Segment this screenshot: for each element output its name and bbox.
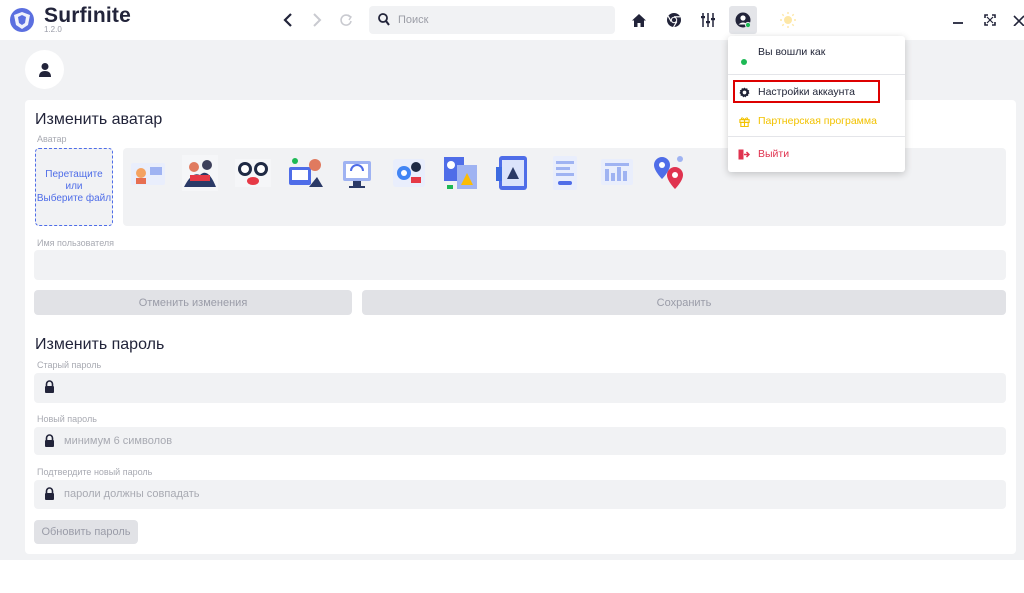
lock-icon <box>45 434 54 447</box>
forward-icon[interactable] <box>307 10 327 30</box>
highlight-box <box>733 80 880 103</box>
back-icon[interactable] <box>278 10 298 30</box>
surfinite-logo-icon <box>6 6 38 34</box>
account-icon[interactable] <box>729 6 757 34</box>
new-password-label: Новый пароль <box>37 414 97 424</box>
account-menu: Вы вошли как Настройки аккаунта Партнерс… <box>728 36 905 172</box>
old-password-label: Старый пароль <box>37 360 102 370</box>
menu-divider <box>728 74 905 75</box>
sliders-icon[interactable] <box>696 8 720 32</box>
user-icon <box>38 62 51 77</box>
avatar-preset[interactable] <box>545 153 585 193</box>
online-status-icon <box>738 56 750 68</box>
search-icon <box>378 13 390 26</box>
dropzone-line-2: или <box>65 181 83 192</box>
logout-icon <box>738 148 750 160</box>
dropzone-line-1: Перетащите <box>45 169 103 180</box>
avatar-preset[interactable] <box>337 153 377 193</box>
avatar-label: Аватар <box>37 134 67 144</box>
gift-icon <box>738 115 750 127</box>
lock-icon <box>45 487 54 500</box>
chrome-icon[interactable] <box>662 8 686 32</box>
avatar-preset[interactable] <box>233 153 273 193</box>
maximize-icon[interactable] <box>981 11 999 29</box>
new-password-placeholder: минимум 6 символов <box>64 435 173 447</box>
reload-icon[interactable] <box>336 10 356 30</box>
minimize-icon[interactable] <box>949 11 967 29</box>
title-bar: Surfinite 1.2.0 Поиск <box>0 0 1024 40</box>
search-input[interactable]: Поиск <box>369 6 615 34</box>
update-password-button[interactable]: Обновить пароль <box>34 520 138 544</box>
lock-icon <box>45 380 54 393</box>
avatar-dropzone[interactable]: Перетащите или Выберите файл <box>35 148 113 226</box>
avatar-preset[interactable] <box>441 153 481 193</box>
avatar-preset[interactable] <box>493 153 533 193</box>
confirm-password-input[interactable]: пароли должны совпадать <box>34 480 1006 509</box>
confirm-password-placeholder: пароли должны совпадать <box>64 488 200 500</box>
username-input[interactable] <box>34 250 1006 280</box>
logout-item[interactable]: Выйти <box>728 142 905 166</box>
search-placeholder: Поиск <box>398 14 429 26</box>
password-section-title: Изменить пароль <box>35 336 165 353</box>
avatar-section-title: Изменить аватар <box>35 111 163 128</box>
avatar-preset[interactable] <box>180 153 220 193</box>
avatar-preset[interactable] <box>285 153 325 193</box>
avatar-preset[interactable] <box>128 153 168 193</box>
dropzone-line-3: Выберите файл <box>36 193 112 204</box>
user-avatar[interactable] <box>25 50 64 89</box>
old-password-input[interactable] <box>34 373 1006 403</box>
menu-divider <box>728 136 905 137</box>
cancel-changes-button[interactable]: Отменить изменения <box>34 290 352 315</box>
app-version: 1.2.0 <box>44 25 62 34</box>
avatar-preset[interactable] <box>649 153 689 193</box>
confirm-password-label: Подтвердите новый пароль <box>37 467 153 477</box>
username-label: Имя пользователя <box>37 238 115 248</box>
avatar-preset[interactable] <box>597 153 637 193</box>
theme-sun-icon[interactable] <box>776 8 800 32</box>
partner-program-item[interactable]: Партнерская программа <box>728 109 905 133</box>
home-icon[interactable] <box>627 8 651 32</box>
close-icon[interactable] <box>1012 11 1024 29</box>
new-password-input[interactable]: минимум 6 символов <box>34 427 1006 455</box>
save-button[interactable]: Сохранить <box>362 290 1006 315</box>
avatar-preset[interactable] <box>389 153 429 193</box>
logged-in-as: Вы вошли как <box>728 40 905 65</box>
